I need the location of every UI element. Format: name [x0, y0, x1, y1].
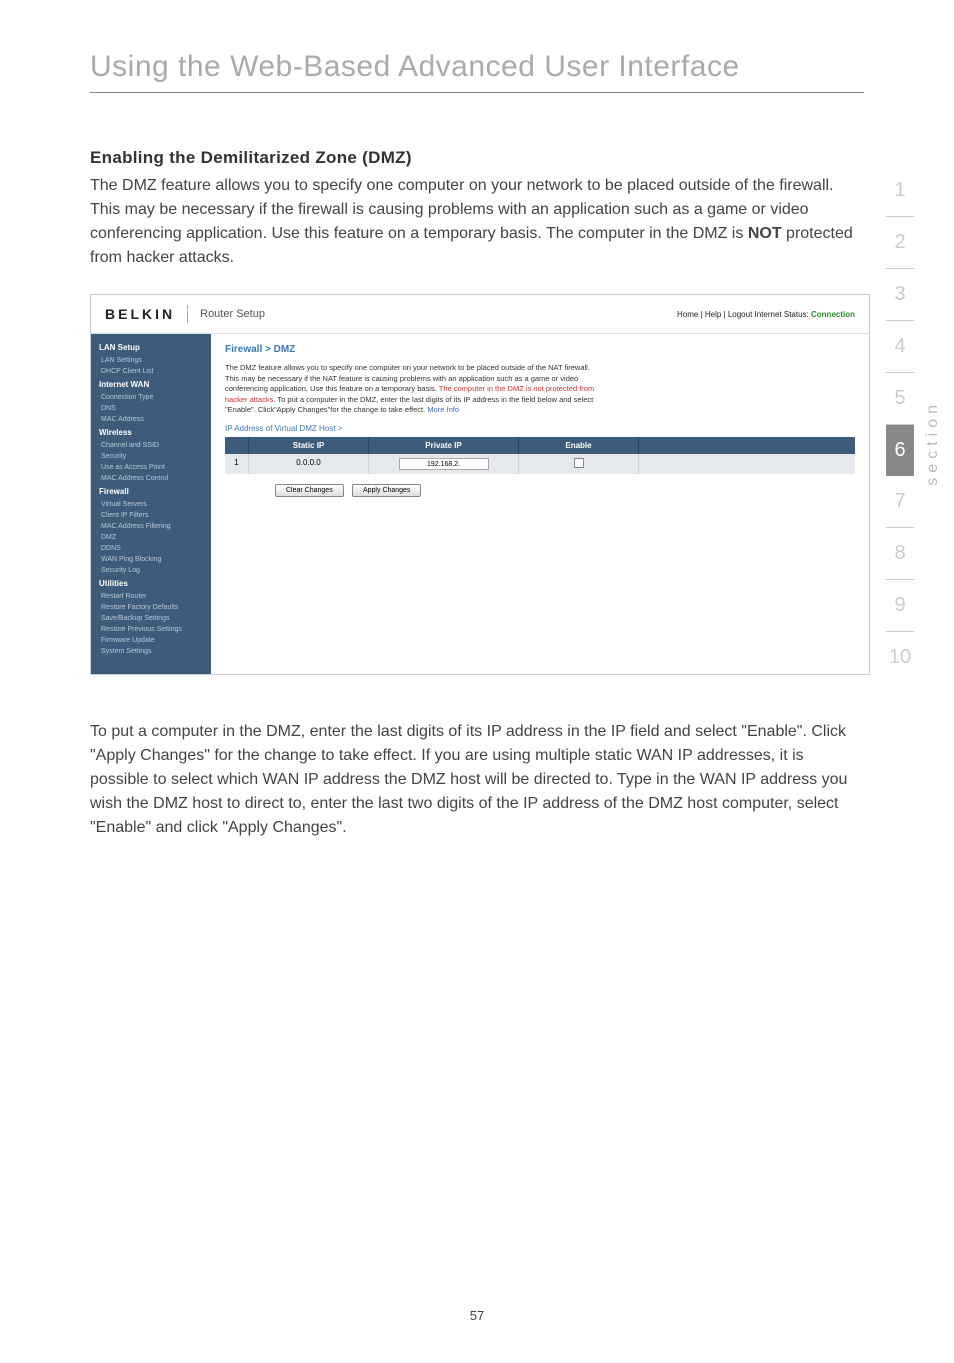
nav-channel-ssid[interactable]: Channel and SSID: [91, 440, 211, 451]
nav-system-settings[interactable]: System Settings: [91, 646, 211, 657]
nav-dhcp-client[interactable]: DHCP Client List: [91, 366, 211, 377]
nav-dmz[interactable]: DMZ: [91, 532, 211, 543]
side-nav-5[interactable]: 5: [886, 373, 914, 425]
th-enable: Enable: [519, 437, 639, 454]
nav-utilities[interactable]: Utilities: [91, 576, 211, 591]
th-static-ip: Static IP: [249, 437, 369, 454]
private-ip-input[interactable]: 192.168.2.: [399, 458, 489, 470]
nav-firmware-update[interactable]: Firmware Update: [91, 635, 211, 646]
clear-changes-button[interactable]: Clear Changes: [275, 484, 344, 497]
nav-ddns[interactable]: DDNS: [91, 543, 211, 554]
ss-button-row: Clear Changes Apply Changes: [275, 484, 855, 497]
nav-connection-type[interactable]: Connection Type: [91, 392, 211, 403]
nav-internet-wan[interactable]: Internet WAN: [91, 377, 211, 392]
nav-wireless[interactable]: Wireless: [91, 425, 211, 440]
enable-checkbox[interactable]: [574, 458, 584, 468]
side-nav-7[interactable]: 7: [886, 476, 914, 528]
nav-save-backup[interactable]: Save/Backup Settings: [91, 613, 211, 624]
side-nav-1[interactable]: 1: [886, 165, 914, 217]
nav-restart[interactable]: Restart Router: [91, 591, 211, 602]
ss-body: LAN Setup LAN Settings DHCP Client List …: [91, 334, 869, 674]
ss-header: BELKIN Router Setup Home | Help | Logout…: [91, 295, 869, 334]
ss-description: The DMZ feature allows you to specify on…: [225, 363, 605, 416]
ss-table-header: Static IP Private IP Enable: [225, 437, 855, 454]
td-private: 192.168.2.: [369, 454, 519, 474]
ss-status: Connection: [811, 310, 855, 319]
ss-table: Static IP Private IP Enable 1 0.0.0.0 19…: [225, 437, 855, 474]
nav-security-log[interactable]: Security Log: [91, 565, 211, 576]
nav-lan-setup[interactable]: LAN Setup: [91, 340, 211, 355]
side-nav-4[interactable]: 4: [886, 321, 914, 373]
title-underline: [90, 92, 864, 93]
ss-subtitle: Router Setup: [200, 308, 265, 320]
ss-logo: BELKIN: [105, 306, 175, 322]
nav-virtual-servers[interactable]: Virtual Servers: [91, 499, 211, 510]
nav-restore-previous[interactable]: Restore Previous Settings: [91, 624, 211, 635]
nav-mac-control[interactable]: MAC Address Control: [91, 473, 211, 484]
td-enable: [519, 454, 639, 474]
ss-header-links[interactable]: Home | Help | Logout Internet Status:: [677, 310, 811, 319]
closing-paragraph: To put a computer in the DMZ, enter the …: [90, 720, 864, 840]
nav-dns[interactable]: DNS: [91, 403, 211, 414]
side-nav-2[interactable]: 2: [886, 217, 914, 269]
side-navigation: 1 2 3 4 5 6 7 8 9 10: [886, 165, 914, 683]
section-heading: Enabling the Demilitarized Zone (DMZ): [90, 148, 864, 168]
intro-bold: NOT: [748, 225, 782, 242]
ss-more-info[interactable]: More Info: [427, 405, 459, 414]
ss-header-divider: [187, 305, 188, 323]
td-static: 0.0.0.0: [249, 454, 369, 474]
td-num: 1: [225, 454, 249, 474]
side-nav-9[interactable]: 9: [886, 580, 914, 632]
nav-lan-settings[interactable]: LAN Settings: [91, 355, 211, 366]
nav-access-point[interactable]: Use as Access Point: [91, 462, 211, 473]
nav-mac-address[interactable]: MAC Address: [91, 414, 211, 425]
intro-paragraph: The DMZ feature allows you to specify on…: [90, 174, 864, 270]
ss-desc-line2: To put a computer in the DMZ, enter the …: [225, 395, 593, 415]
nav-security[interactable]: Security: [91, 451, 211, 462]
intro-before: The DMZ feature allows you to specify on…: [90, 177, 834, 242]
ss-table-heading: IP Address of Virtual DMZ Host >: [225, 424, 855, 433]
ss-header-right: Home | Help | Logout Internet Status: Co…: [677, 310, 855, 319]
nav-mac-filtering[interactable]: MAC Address Filtering: [91, 521, 211, 532]
side-nav-10[interactable]: 10: [886, 632, 914, 683]
side-nav-8[interactable]: 8: [886, 528, 914, 580]
side-nav-6[interactable]: 6: [886, 425, 914, 476]
nav-wan-ping[interactable]: WAN Ping Blocking: [91, 554, 211, 565]
router-screenshot: BELKIN Router Setup Home | Help | Logout…: [90, 294, 870, 675]
ss-breadcrumb: Firewall > DMZ: [225, 344, 855, 355]
nav-restore-defaults[interactable]: Restore Factory Defaults: [91, 602, 211, 613]
nav-firewall[interactable]: Firewall: [91, 484, 211, 499]
th-blank: [225, 437, 249, 454]
nav-client-ip-filters[interactable]: Client IP Filters: [91, 510, 211, 521]
th-private-ip: Private IP: [369, 437, 519, 454]
section-label: section: [924, 400, 942, 486]
ss-sidebar: LAN Setup LAN Settings DHCP Client List …: [91, 334, 211, 674]
ss-content: Firewall > DMZ The DMZ feature allows yo…: [211, 334, 869, 674]
page-number: 57: [470, 1308, 484, 1323]
side-nav-3[interactable]: 3: [886, 269, 914, 321]
ss-table-row: 1 0.0.0.0 192.168.2.: [225, 454, 855, 474]
apply-changes-button[interactable]: Apply Changes: [352, 484, 421, 497]
page-title: Using the Web-Based Advanced User Interf…: [90, 50, 864, 84]
